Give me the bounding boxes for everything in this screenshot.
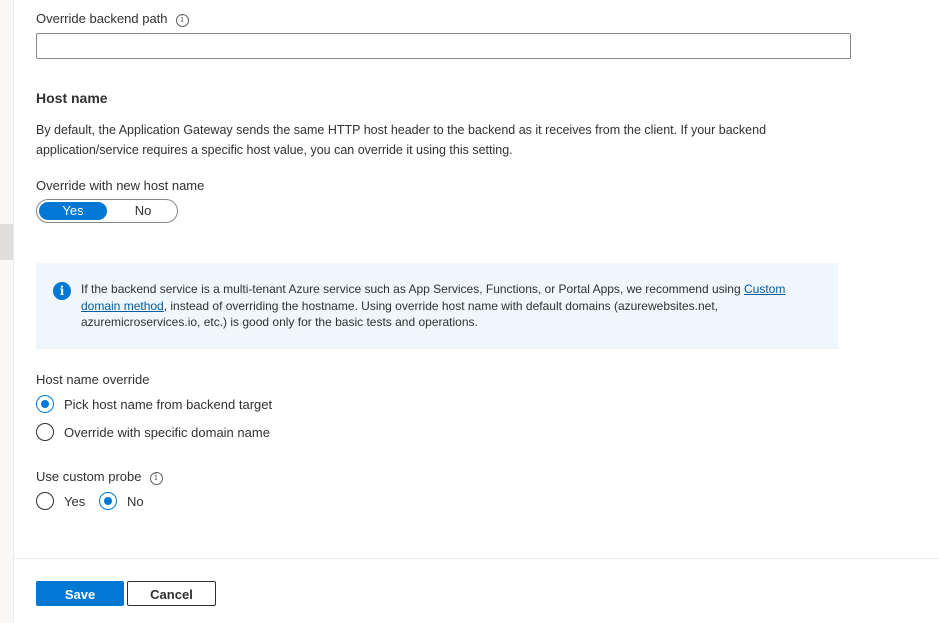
radio-button[interactable] xyxy=(36,492,54,510)
radio-pick-host-name-label: Pick host name from backend target xyxy=(64,396,273,412)
left-background-strip xyxy=(0,0,14,623)
override-host-no-option[interactable]: No xyxy=(109,202,177,220)
custom-probe-label: Use custom probe xyxy=(36,469,142,484)
info-banner: i If the backend service is a multi-tena… xyxy=(36,263,838,349)
override-host-label: Override with new host name xyxy=(36,178,205,193)
info-icon[interactable]: i xyxy=(175,14,189,27)
radio-probe-no-label: No xyxy=(127,493,144,509)
radio-probe-no[interactable]: No xyxy=(99,492,144,510)
radio-probe-yes[interactable]: Yes xyxy=(36,492,85,510)
host-name-heading: Host name xyxy=(36,90,108,106)
override-host-toggle: Yes No xyxy=(36,199,178,223)
info-banner-text: If the backend service is a multi-tenant… xyxy=(81,281,821,331)
radio-probe-yes-label: Yes xyxy=(64,493,86,509)
backend-path-label: Override backend path xyxy=(36,11,168,26)
cancel-button[interactable]: Cancel xyxy=(127,581,216,606)
info-icon: i xyxy=(53,282,71,300)
host-name-description: By default, the Application Gateway send… xyxy=(36,123,767,157)
radio-button[interactable] xyxy=(36,423,54,441)
info-text-after: , instead of overriding the hostname. Us… xyxy=(81,298,719,330)
settings-panel: Override backend path i Host name By defa… xyxy=(14,0,939,623)
radio-override-domain-label: Override with specific domain name xyxy=(64,424,270,440)
radio-button-checked[interactable] xyxy=(36,395,54,413)
backend-path-input[interactable] xyxy=(36,33,851,59)
left-panel-tab xyxy=(0,224,13,260)
host-name-override-label: Host name override xyxy=(36,372,150,387)
radio-override-domain[interactable]: Override with specific domain name xyxy=(36,423,270,441)
radio-button-checked[interactable] xyxy=(99,492,117,510)
save-button[interactable]: Save xyxy=(36,581,124,606)
info-text-before: If the backend service is a multi-tenant… xyxy=(81,282,744,296)
custom-probe-label-row: Use custom probe i xyxy=(36,469,163,485)
backend-path-label-row: Override backend path i xyxy=(36,11,189,27)
override-host-yes-option[interactable]: Yes xyxy=(39,202,107,220)
info-icon[interactable]: i xyxy=(149,472,163,485)
radio-pick-host-name[interactable]: Pick host name from backend target xyxy=(36,395,272,413)
footer-divider xyxy=(14,558,939,559)
